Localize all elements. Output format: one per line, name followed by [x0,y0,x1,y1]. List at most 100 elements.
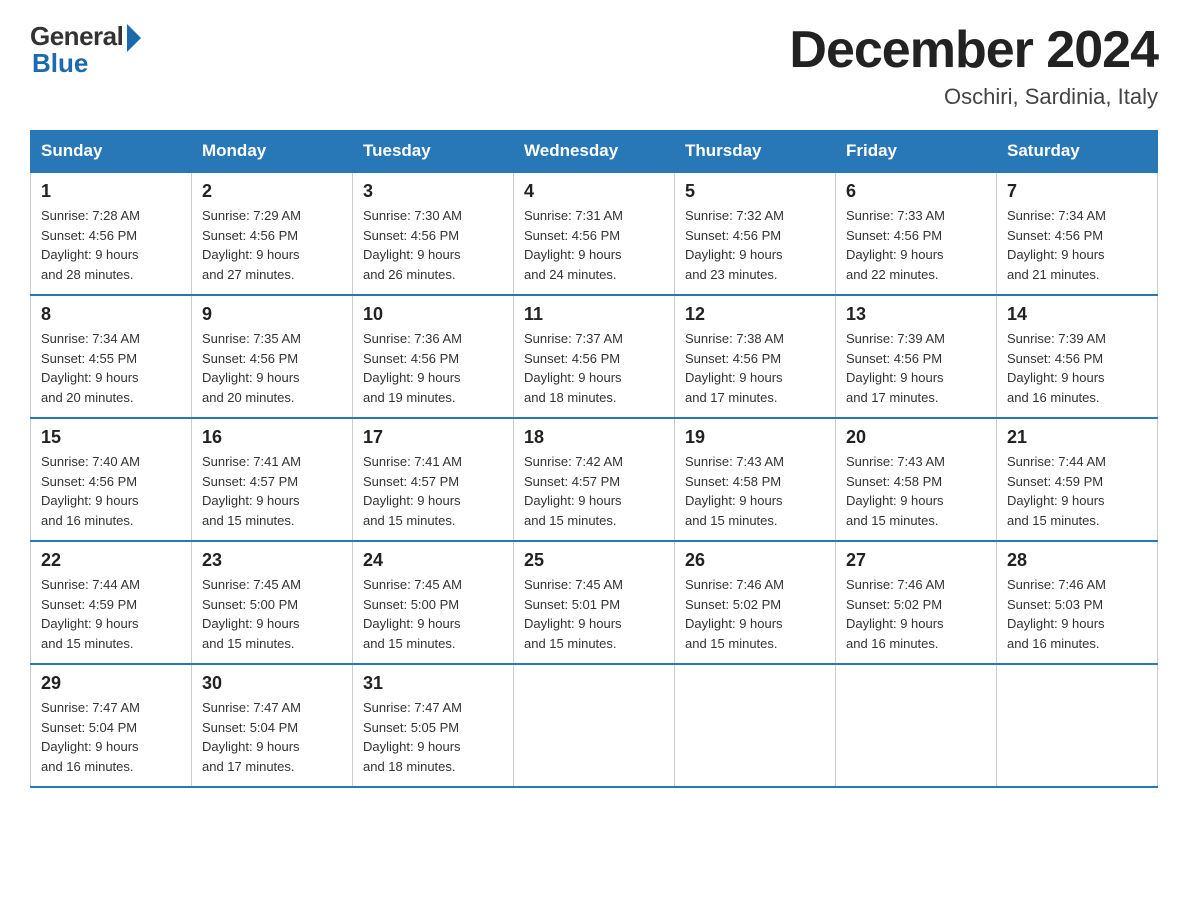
title-section: December 2024 Oschiri, Sardinia, Italy [789,20,1158,110]
calendar-cell: 14 Sunrise: 7:39 AM Sunset: 4:56 PM Dayl… [997,295,1158,418]
day-info: Sunrise: 7:36 AM Sunset: 4:56 PM Dayligh… [363,329,503,407]
day-info: Sunrise: 7:44 AM Sunset: 4:59 PM Dayligh… [41,575,181,653]
day-number: 30 [202,673,342,694]
calendar-cell: 21 Sunrise: 7:44 AM Sunset: 4:59 PM Dayl… [997,418,1158,541]
day-info: Sunrise: 7:47 AM Sunset: 5:05 PM Dayligh… [363,698,503,776]
day-info: Sunrise: 7:45 AM Sunset: 5:01 PM Dayligh… [524,575,664,653]
day-number: 13 [846,304,986,325]
day-number: 11 [524,304,664,325]
day-number: 28 [1007,550,1147,571]
day-number: 29 [41,673,181,694]
day-info: Sunrise: 7:38 AM Sunset: 4:56 PM Dayligh… [685,329,825,407]
logo-general-text: General [30,21,123,52]
calendar-cell: 7 Sunrise: 7:34 AM Sunset: 4:56 PM Dayli… [997,172,1158,295]
day-info: Sunrise: 7:33 AM Sunset: 4:56 PM Dayligh… [846,206,986,284]
calendar-cell: 30 Sunrise: 7:47 AM Sunset: 5:04 PM Dayl… [192,664,353,787]
calendar-cell: 20 Sunrise: 7:43 AM Sunset: 4:58 PM Dayl… [836,418,997,541]
calendar-cell: 2 Sunrise: 7:29 AM Sunset: 4:56 PM Dayli… [192,172,353,295]
day-number: 17 [363,427,503,448]
calendar-cell [836,664,997,787]
calendar-cell: 27 Sunrise: 7:46 AM Sunset: 5:02 PM Dayl… [836,541,997,664]
calendar-cell [997,664,1158,787]
day-number: 4 [524,181,664,202]
calendar-cell: 16 Sunrise: 7:41 AM Sunset: 4:57 PM Dayl… [192,418,353,541]
day-number: 3 [363,181,503,202]
day-info: Sunrise: 7:46 AM Sunset: 5:02 PM Dayligh… [685,575,825,653]
weekday-header: Monday [192,131,353,173]
calendar-cell: 17 Sunrise: 7:41 AM Sunset: 4:57 PM Dayl… [353,418,514,541]
day-info: Sunrise: 7:34 AM Sunset: 4:55 PM Dayligh… [41,329,181,407]
calendar-body: 1 Sunrise: 7:28 AM Sunset: 4:56 PM Dayli… [31,172,1158,787]
calendar-cell: 28 Sunrise: 7:46 AM Sunset: 5:03 PM Dayl… [997,541,1158,664]
day-info: Sunrise: 7:35 AM Sunset: 4:56 PM Dayligh… [202,329,342,407]
day-info: Sunrise: 7:41 AM Sunset: 4:57 PM Dayligh… [363,452,503,530]
day-info: Sunrise: 7:37 AM Sunset: 4:56 PM Dayligh… [524,329,664,407]
day-number: 7 [1007,181,1147,202]
calendar-cell: 26 Sunrise: 7:46 AM Sunset: 5:02 PM Dayl… [675,541,836,664]
day-number: 1 [41,181,181,202]
calendar-cell: 25 Sunrise: 7:45 AM Sunset: 5:01 PM Dayl… [514,541,675,664]
day-number: 16 [202,427,342,448]
day-info: Sunrise: 7:32 AM Sunset: 4:56 PM Dayligh… [685,206,825,284]
calendar-subtitle: Oschiri, Sardinia, Italy [789,84,1158,110]
day-number: 6 [846,181,986,202]
weekday-header: Sunday [31,131,192,173]
day-info: Sunrise: 7:28 AM Sunset: 4:56 PM Dayligh… [41,206,181,284]
calendar-cell: 10 Sunrise: 7:36 AM Sunset: 4:56 PM Dayl… [353,295,514,418]
weekday-row: SundayMondayTuesdayWednesdayThursdayFrid… [31,131,1158,173]
calendar-cell: 13 Sunrise: 7:39 AM Sunset: 4:56 PM Dayl… [836,295,997,418]
day-number: 31 [363,673,503,694]
weekday-header: Saturday [997,131,1158,173]
day-info: Sunrise: 7:43 AM Sunset: 4:58 PM Dayligh… [685,452,825,530]
calendar-cell: 23 Sunrise: 7:45 AM Sunset: 5:00 PM Dayl… [192,541,353,664]
day-number: 18 [524,427,664,448]
calendar-cell: 15 Sunrise: 7:40 AM Sunset: 4:56 PM Dayl… [31,418,192,541]
day-info: Sunrise: 7:34 AM Sunset: 4:56 PM Dayligh… [1007,206,1147,284]
calendar-cell: 18 Sunrise: 7:42 AM Sunset: 4:57 PM Dayl… [514,418,675,541]
calendar-cell [514,664,675,787]
day-number: 2 [202,181,342,202]
day-number: 24 [363,550,503,571]
weekday-header: Thursday [675,131,836,173]
day-number: 23 [202,550,342,571]
weekday-header: Tuesday [353,131,514,173]
day-info: Sunrise: 7:46 AM Sunset: 5:02 PM Dayligh… [846,575,986,653]
day-number: 14 [1007,304,1147,325]
day-info: Sunrise: 7:46 AM Sunset: 5:03 PM Dayligh… [1007,575,1147,653]
calendar-table: SundayMondayTuesdayWednesdayThursdayFrid… [30,130,1158,788]
calendar-header: SundayMondayTuesdayWednesdayThursdayFrid… [31,131,1158,173]
calendar-cell: 1 Sunrise: 7:28 AM Sunset: 4:56 PM Dayli… [31,172,192,295]
day-info: Sunrise: 7:40 AM Sunset: 4:56 PM Dayligh… [41,452,181,530]
calendar-cell: 12 Sunrise: 7:38 AM Sunset: 4:56 PM Dayl… [675,295,836,418]
day-number: 12 [685,304,825,325]
calendar-week-row: 1 Sunrise: 7:28 AM Sunset: 4:56 PM Dayli… [31,172,1158,295]
day-info: Sunrise: 7:47 AM Sunset: 5:04 PM Dayligh… [202,698,342,776]
weekday-header: Friday [836,131,997,173]
day-info: Sunrise: 7:45 AM Sunset: 5:00 PM Dayligh… [363,575,503,653]
day-number: 9 [202,304,342,325]
calendar-cell: 8 Sunrise: 7:34 AM Sunset: 4:55 PM Dayli… [31,295,192,418]
day-number: 20 [846,427,986,448]
calendar-cell [675,664,836,787]
page-header: General Blue December 2024 Oschiri, Sard… [30,20,1158,110]
calendar-cell: 4 Sunrise: 7:31 AM Sunset: 4:56 PM Dayli… [514,172,675,295]
day-info: Sunrise: 7:31 AM Sunset: 4:56 PM Dayligh… [524,206,664,284]
calendar-week-row: 22 Sunrise: 7:44 AM Sunset: 4:59 PM Dayl… [31,541,1158,664]
logo-arrow-icon [127,24,141,52]
day-info: Sunrise: 7:45 AM Sunset: 5:00 PM Dayligh… [202,575,342,653]
calendar-cell: 3 Sunrise: 7:30 AM Sunset: 4:56 PM Dayli… [353,172,514,295]
day-number: 5 [685,181,825,202]
calendar-cell: 6 Sunrise: 7:33 AM Sunset: 4:56 PM Dayli… [836,172,997,295]
calendar-cell: 31 Sunrise: 7:47 AM Sunset: 5:05 PM Dayl… [353,664,514,787]
day-number: 21 [1007,427,1147,448]
day-info: Sunrise: 7:39 AM Sunset: 4:56 PM Dayligh… [846,329,986,407]
day-info: Sunrise: 7:42 AM Sunset: 4:57 PM Dayligh… [524,452,664,530]
calendar-cell: 22 Sunrise: 7:44 AM Sunset: 4:59 PM Dayl… [31,541,192,664]
calendar-title: December 2024 [789,20,1158,80]
logo-blue-text: Blue [32,48,88,79]
day-number: 10 [363,304,503,325]
calendar-week-row: 29 Sunrise: 7:47 AM Sunset: 5:04 PM Dayl… [31,664,1158,787]
calendar-cell: 19 Sunrise: 7:43 AM Sunset: 4:58 PM Dayl… [675,418,836,541]
calendar-cell: 11 Sunrise: 7:37 AM Sunset: 4:56 PM Dayl… [514,295,675,418]
weekday-header: Wednesday [514,131,675,173]
